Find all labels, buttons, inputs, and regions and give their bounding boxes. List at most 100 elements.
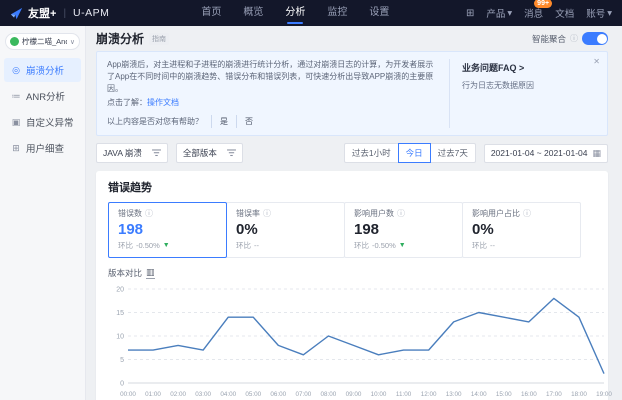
crash-type-select[interactable]: JAVA 崩溃 (96, 143, 168, 163)
umeng-logo-icon (10, 7, 23, 20)
info-icon: ⓘ (397, 208, 405, 219)
stat-card-error-rate[interactable]: 错误率 ⓘ 0% 环比 -- (226, 202, 345, 258)
svg-text:15: 15 (116, 310, 124, 317)
trend-chart: 0510152000:0001:0002:0003:0004:0005:0006… (108, 281, 596, 400)
top-navbar: 友盟+ | U-APM 首页 概览 分析 监控 设置 ⊞ 产品 ▾ 消息 99+… (0, 0, 622, 26)
info-banner: App崩溃后，对主进程和子进程的崩溃进行统计分析，通过对崩溃日志的计算，为开发者… (96, 51, 608, 136)
feedback-row: 以上内容是否对您有帮助？ 是 否 (107, 115, 439, 128)
info-icon: ⓘ (523, 208, 531, 219)
svg-text:10: 10 (116, 334, 124, 341)
svg-text:12:00: 12:00 (421, 391, 437, 398)
messages-link[interactable]: 消息 99+ (524, 6, 543, 20)
nav-item-monitor[interactable]: 监控 (327, 0, 347, 26)
svg-text:05:00: 05:00 (245, 391, 261, 398)
grid-menu-icon[interactable]: ⊞ (466, 8, 474, 19)
svg-text:11:00: 11:00 (396, 391, 412, 398)
delta-prefix: 环比 (236, 240, 251, 251)
stat-value: 198 (354, 221, 453, 238)
nav-item-settings[interactable]: 设置 (369, 0, 389, 26)
products-menu[interactable]: 产品 ▾ (486, 6, 512, 20)
banner-faq-area: 业务问题FAQ > 行为日志无数据原因 (449, 59, 597, 128)
svg-text:14:00: 14:00 (471, 391, 487, 398)
svg-text:13:00: 13:00 (446, 391, 462, 398)
faq-link[interactable]: 业务问题FAQ > (462, 61, 597, 74)
info-icon[interactable]: ⓘ (570, 33, 578, 44)
messages-badge: 99+ (534, 0, 552, 8)
svg-text:00:00: 00:00 (120, 391, 136, 398)
umeng-logo[interactable]: 友盟+ | U-APM (10, 5, 109, 21)
nav-item-analysis[interactable]: 分析 (285, 0, 305, 26)
product-name: U-APM (73, 7, 109, 19)
page-header: 崩溃分析 指南 智能聚合 ⓘ (96, 26, 608, 51)
app-selector-label: 柠檬二喵_Andr.. (22, 36, 67, 47)
app-selector[interactable]: 柠檬二喵_Andr.. ∨ (5, 33, 80, 50)
svg-text:02:00: 02:00 (170, 391, 186, 398)
banner-description: App崩溃后，对主进程和子进程的崩溃进行统计分析，通过对崩溃日志的计算，为开发者… (107, 59, 439, 95)
page-title: 崩溃分析 (96, 30, 144, 47)
filter-bar: JAVA 崩溃 全部版本 (96, 143, 608, 163)
delta-value: -0.50% (136, 241, 160, 250)
top-nav-items: 首页 概览 分析 监控 设置 (201, 0, 389, 26)
stat-value: 0% (472, 221, 571, 238)
delta-prefix: 环比 (472, 240, 487, 251)
svg-text:0: 0 (120, 381, 124, 388)
logo-text: 友盟+ (28, 5, 56, 21)
section-title: 错误趋势 (108, 179, 596, 195)
filter-icon (152, 149, 161, 157)
sidebar-item-label: 用户细查 (26, 141, 64, 155)
sidebar-item-crash-analysis[interactable]: ◎ 崩溃分析 (4, 58, 81, 82)
docs-label: 文档 (555, 6, 574, 20)
stat-card-error-count[interactable]: 错误数 ⓘ 198 环比 -0.50% ▼ (108, 202, 227, 258)
user-insight-icon: ⊞ (11, 143, 21, 154)
svg-text:20: 20 (116, 287, 124, 294)
stat-card-affected-user-ratio[interactable]: 影响用户占比 ⓘ 0% 环比 -- (462, 202, 581, 258)
delta-value: -- (490, 241, 495, 250)
date-range-picker[interactable]: 2021-01-04 ~ 2021-01-04 ▦ (484, 144, 608, 163)
stat-label: 错误数 (118, 208, 142, 219)
version-compare-label: 版本对比 (108, 267, 142, 279)
sidebar-item-anr-analysis[interactable]: ≔ ANR分析 (4, 84, 81, 108)
range-today-button[interactable]: 今日 (398, 143, 431, 163)
sidebar-item-label: ANR分析 (26, 89, 65, 103)
svg-text:07:00: 07:00 (295, 391, 311, 398)
version-value: 全部版本 (183, 147, 217, 159)
banner-text-area: App崩溃后，对主进程和子进程的崩溃进行统计分析，通过对崩溃日志的计算，为开发者… (107, 59, 449, 128)
smart-aggregation-toggle[interactable] (582, 32, 608, 45)
docs-doc-link[interactable]: 操作文档 (147, 98, 179, 107)
crash-analysis-icon: ◎ (11, 65, 21, 76)
svg-text:10:00: 10:00 (371, 391, 387, 398)
svg-text:17:00: 17:00 (546, 391, 562, 398)
stat-label: 错误率 (236, 208, 260, 219)
range-last-7-days-button[interactable]: 过去7天 (430, 143, 476, 163)
feedback-yes-button[interactable]: 是 (211, 115, 236, 128)
svg-text:18:00: 18:00 (571, 391, 587, 398)
sidebar-item-user-insight[interactable]: ⊞ 用户细查 (4, 136, 81, 160)
version-select[interactable]: 全部版本 (176, 143, 243, 163)
delta-prefix: 环比 (354, 240, 369, 251)
stat-label: 影响用户占比 (472, 208, 520, 219)
svg-text:03:00: 03:00 (195, 391, 211, 398)
time-range-group: 过去1小时 今日 过去7天 (344, 143, 476, 163)
svg-text:19:00: 19:00 (596, 391, 612, 398)
stat-value: 198 (118, 221, 217, 238)
compare-chart-icon: ▥ (146, 267, 155, 279)
svg-text:08:00: 08:00 (321, 391, 337, 398)
stat-card-affected-users[interactable]: 影响用户数 ⓘ 198 环比 -0.50% ▼ (344, 202, 463, 258)
docs-link[interactable]: 文档 (555, 6, 574, 20)
feedback-question: 以上内容是否对您有帮助？ (107, 116, 203, 127)
version-compare-link[interactable]: 版本对比 ▥ (108, 267, 596, 279)
info-icon: ⓘ (145, 208, 153, 219)
nav-item-home[interactable]: 首页 (201, 0, 221, 26)
sidebar-item-custom-exception[interactable]: ▣ 自定义异常 (4, 110, 81, 134)
range-last-hour-button[interactable]: 过去1小时 (344, 143, 399, 163)
nav-item-overview[interactable]: 概览 (243, 0, 263, 26)
products-label: 产品 (486, 6, 505, 20)
account-menu[interactable]: 账号 ▾ (586, 6, 612, 20)
close-icon[interactable]: ✕ (593, 57, 600, 66)
svg-text:16:00: 16:00 (521, 391, 537, 398)
svg-text:09:00: 09:00 (346, 391, 362, 398)
faq-sub-link[interactable]: 行为日志无数据原因 (462, 80, 597, 91)
feedback-no-button[interactable]: 否 (236, 115, 261, 128)
logo-separator: | (63, 8, 66, 19)
app-avatar (10, 37, 19, 46)
